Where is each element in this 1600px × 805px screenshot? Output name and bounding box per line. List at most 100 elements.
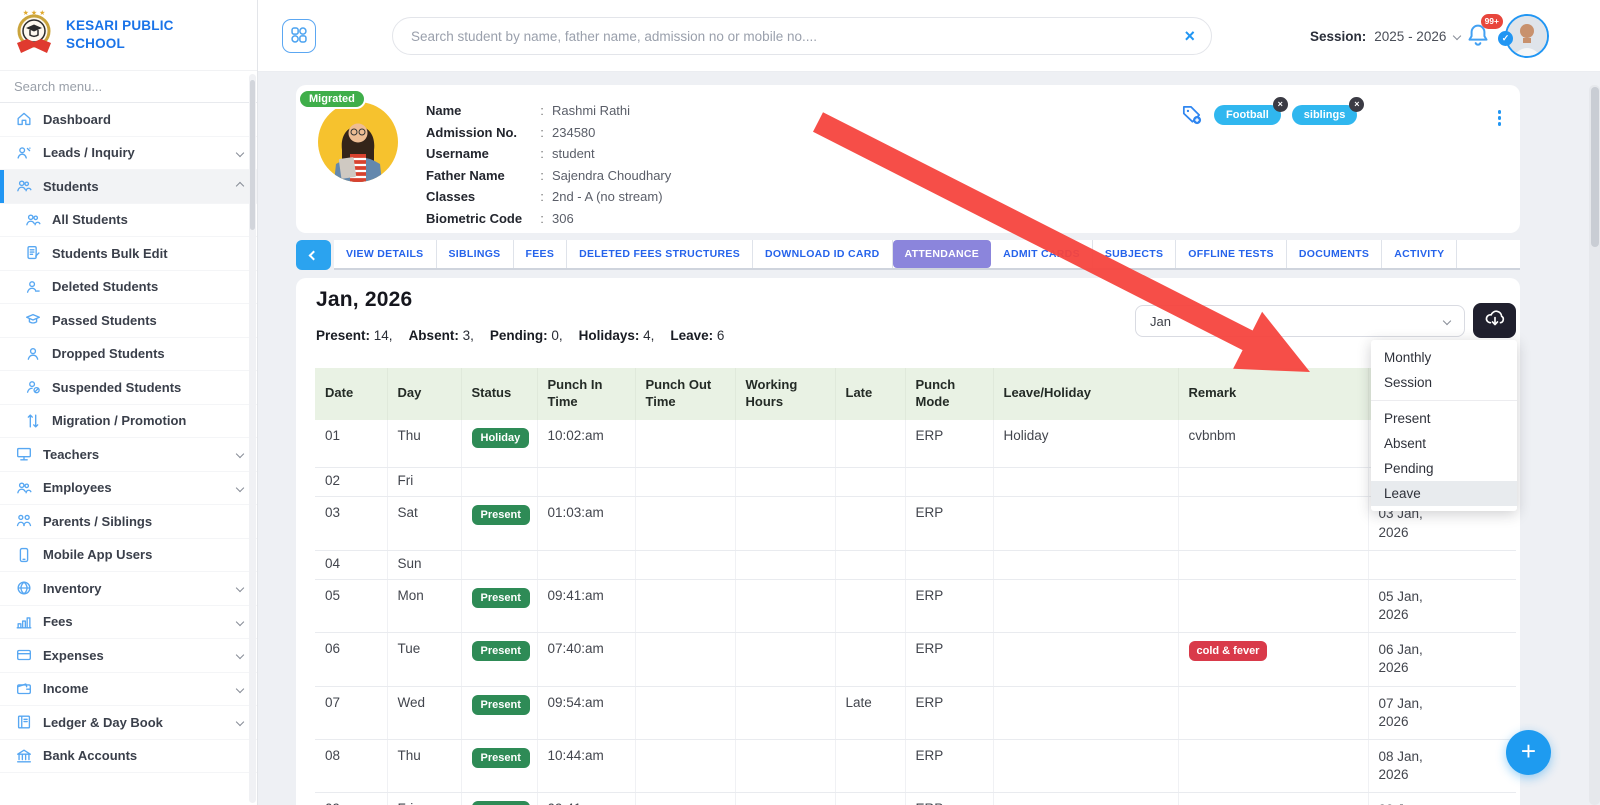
cell-remark	[1178, 792, 1369, 805]
tab-siblings[interactable]: SIBLINGS	[436, 240, 514, 268]
tab-attendance[interactable]: ATTENDANCE	[892, 240, 992, 268]
sidebar-item-dropped-students[interactable]: Dropped Students	[0, 338, 257, 371]
sidebar-item-students[interactable]: Students	[0, 170, 257, 204]
tab-deleted-fees-structures[interactable]: DELETED FEES STRUCTURES	[567, 240, 754, 268]
sidebar-item-migration-promotion[interactable]: Migration / Promotion	[0, 405, 257, 438]
tab-admit-cards[interactable]: ADMIT CARDS	[991, 240, 1093, 268]
cell	[635, 739, 736, 794]
sidebar-item-deleted-students[interactable]: Deleted Students	[0, 271, 257, 304]
field-value: student	[552, 146, 595, 161]
cell-created: 05 Jan, 2026	[1368, 579, 1516, 634]
table-row: 08 Thu Present 10:44:am ERP 08 Jan, 2026	[315, 739, 1516, 794]
clear-search-icon[interactable]: ×	[1184, 27, 1195, 45]
page-scrollbar[interactable]	[1589, 85, 1600, 805]
sidebar-item-mobile-app-users[interactable]: Mobile App Users	[0, 539, 257, 572]
dropdown-item-pending[interactable]: Pending	[1371, 456, 1517, 481]
dropdown-item-session[interactable]: Session	[1371, 370, 1517, 395]
cell	[635, 792, 736, 805]
session-selector[interactable]: Session: 2025 - 2026	[1310, 0, 1462, 72]
sidebar-item-all-students[interactable]: All Students	[0, 204, 257, 237]
user-avatar[interactable]: ✓	[1498, 14, 1549, 58]
column-header-punch-out-time: Punch Out Time	[635, 368, 735, 420]
cell-created	[1368, 550, 1516, 580]
menu-search-input[interactable]	[0, 70, 257, 103]
cell	[735, 632, 836, 687]
field-label: Name	[426, 103, 462, 118]
sidebar-item-income[interactable]: Income	[0, 673, 257, 706]
month-filter-select[interactable]: Jan	[1135, 305, 1465, 337]
tab-fees[interactable]: FEES	[513, 240, 568, 268]
card-menu-icon[interactable]	[1495, 107, 1505, 129]
tab-activity[interactable]: ACTIVITY	[1382, 240, 1458, 268]
student-photo	[318, 102, 398, 182]
cell	[835, 792, 906, 805]
field-value: 2nd - A (no stream)	[552, 189, 663, 204]
tab-subjects[interactable]: SUBJECTS	[1092, 240, 1177, 268]
sidebar-item-fees[interactable]: Fees	[0, 606, 257, 639]
cell: Fri	[387, 467, 462, 498]
sidebar-item-label: Suspended Students	[52, 379, 182, 395]
cell-remark: cvbnbm	[1178, 419, 1369, 469]
sidebar-item-inventory[interactable]: Inventory	[0, 572, 257, 606]
cloud-download-icon	[1484, 308, 1506, 333]
cell: ERP	[905, 632, 994, 687]
tag-label: siblings	[1303, 108, 1346, 121]
student-search-input[interactable]	[409, 27, 1185, 45]
sidebar-item-bank-accounts[interactable]: Bank Accounts	[0, 740, 257, 773]
cell: Thu	[387, 739, 462, 794]
page-scrollbar-thumb[interactable]	[1590, 87, 1599, 247]
sidebar-item-leads-inquiry[interactable]: Leads / Inquiry	[0, 137, 257, 170]
cell	[993, 467, 1179, 498]
cell	[635, 419, 736, 469]
sidebar-item-passed-students[interactable]: Passed Students	[0, 304, 257, 338]
sidebar-scrollbar-thumb[interactable]	[250, 80, 255, 230]
notification-bell-icon[interactable]: 99+	[1464, 14, 1503, 49]
back-button[interactable]	[296, 240, 331, 270]
person-remove-icon	[23, 277, 43, 297]
stat-holidays: Holidays: 4,	[579, 328, 655, 343]
sidebar-item-parents-siblings[interactable]: Parents / Siblings	[0, 505, 257, 539]
cell: 07:40:am	[537, 632, 636, 687]
chevron-down-icon	[235, 148, 245, 157]
sidebar-item-ledger-day-book[interactable]: Ledger & Day Book	[0, 706, 257, 740]
cell: 09:54:am	[537, 686, 636, 741]
dropdown-item-absent[interactable]: Absent	[1371, 431, 1517, 456]
sidebar-item-label: Mobile App Users	[43, 547, 153, 563]
sidebar-item-teachers[interactable]: Teachers	[0, 438, 257, 472]
remove-tag-icon[interactable]: ×	[1272, 96, 1288, 112]
remove-tag-icon[interactable]: ×	[1349, 96, 1365, 112]
leads-icon	[14, 143, 34, 163]
sidebar-item-students-bulk-edit[interactable]: Students Bulk Edit	[0, 237, 257, 271]
tab-download-id-card[interactable]: DOWNLOAD ID CARD	[753, 240, 893, 268]
sidebar-item-suspended-students[interactable]: Suspended Students	[0, 371, 257, 405]
dropdown-item-monthly[interactable]: Monthly	[1371, 345, 1517, 370]
cell: ERP	[905, 496, 994, 551]
created-date: 09 Jan, 2026	[1379, 801, 1445, 805]
sidebar-item-expenses[interactable]: Expenses	[0, 639, 257, 673]
column-header-punch-in-time: Punch In Time	[537, 368, 635, 420]
sidebar-item-dashboard[interactable]: Dashboard	[0, 103, 257, 137]
tab-offline-tests[interactable]: OFFLINE TESTS	[1176, 240, 1287, 268]
student-tag-football[interactable]: Football ×	[1214, 96, 1288, 125]
sidebar-item-employees[interactable]: Employees	[0, 472, 257, 505]
chevron-down-icon	[235, 483, 245, 492]
sidebar-scrollbar[interactable]	[249, 74, 256, 803]
add-tag-icon[interactable]	[1180, 103, 1203, 126]
student-tag-siblings[interactable]: siblings ×	[1291, 96, 1365, 125]
field-colon: :	[540, 167, 544, 183]
tab-view-details[interactable]: VIEW DETAILS	[334, 240, 437, 268]
tab-documents[interactable]: DOCUMENTS	[1286, 240, 1383, 268]
phone-icon	[14, 545, 34, 565]
dropdown-item-present[interactable]: Present	[1371, 406, 1517, 431]
download-button[interactable]	[1473, 303, 1516, 338]
chevron-down-icon	[1442, 316, 1452, 326]
apps-grid-button[interactable]	[282, 19, 316, 53]
tabs: VIEW DETAILS SIBLINGS FEES DELETED FEES STR…	[334, 240, 1520, 270]
stat-present: Present: 14,	[316, 328, 393, 343]
attendance-table: Date Day Status Punch In Time Punch Out Time…	[315, 368, 1516, 805]
add-fab-button[interactable]: +	[1506, 730, 1551, 775]
wallet-icon	[14, 679, 34, 699]
field-label: Father Name	[426, 167, 505, 183]
cell	[735, 739, 836, 794]
dropdown-item-leave[interactable]: Leave	[1371, 481, 1517, 506]
